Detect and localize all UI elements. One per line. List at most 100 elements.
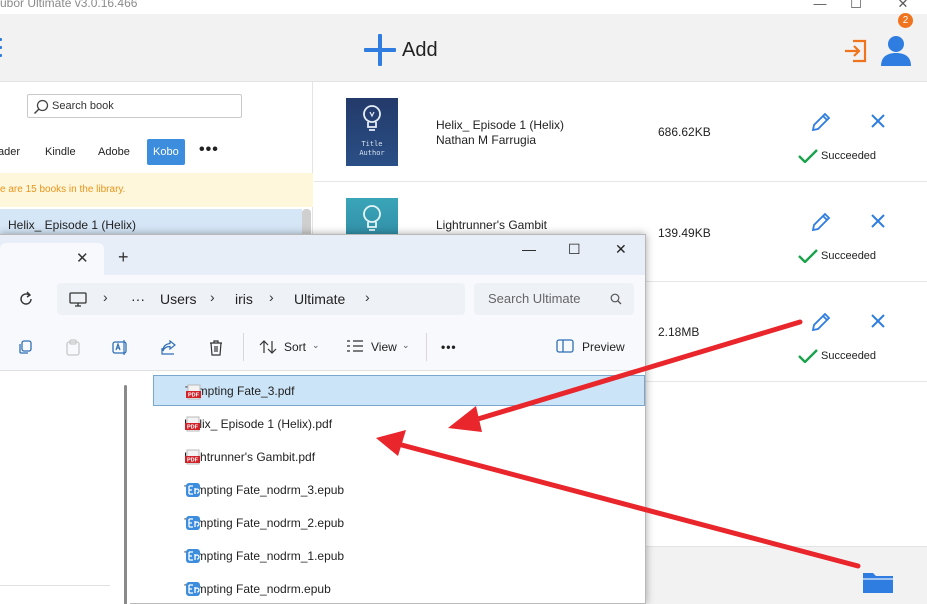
address-row: › ··· Users › iris › Ultimate › Search U…: [0, 275, 645, 323]
delete-icon[interactable]: [208, 339, 224, 356]
preview-pane-icon: [556, 339, 574, 353]
file-row[interactable]: Tempting Fate_nodrm_3.epub: [153, 474, 645, 505]
app-title: ubor Ultimate v3.0.16.466: [0, 0, 138, 10]
tab-reader[interactable]: ader: [0, 139, 26, 165]
file-row[interactable]: PDF Helix_ Episode 1 (Helix).pdf: [153, 408, 645, 439]
sort-icon: [259, 340, 277, 354]
view-icon: [347, 340, 363, 352]
conversion-status: Succeeded: [798, 149, 876, 163]
sort-button[interactable]: Sort: [284, 340, 306, 354]
more-sources-button[interactable]: •••: [199, 141, 219, 159]
share-icon[interactable]: [161, 339, 177, 355]
breadcrumb-separator: ›: [365, 289, 370, 305]
search-icon: [33, 99, 49, 115]
file-explorer-window: ✕ + — ☐ ✕ › ··· Users › iris › Ultimate …: [0, 234, 646, 604]
explorer-minimize-button[interactable]: —: [522, 241, 536, 257]
chevron-down-icon: ⌄: [312, 340, 320, 350]
breadcrumb-iris[interactable]: iris: [235, 291, 253, 307]
remove-icon[interactable]: [870, 313, 886, 329]
paste-icon[interactable]: [65, 339, 81, 356]
close-tab-icon[interactable]: ✕: [76, 249, 89, 267]
library-notice: e are 15 books in the library.: [0, 173, 313, 207]
divider: [0, 585, 110, 586]
explorer-tab[interactable]: ✕: [0, 243, 104, 275]
file-row[interactable]: Tempting Fate_nodrm_1.epub: [153, 540, 645, 571]
close-button[interactable]: ✕: [893, 0, 913, 12]
logout-icon[interactable]: [842, 37, 870, 65]
breadcrumb-separator: ›: [269, 289, 274, 305]
search-book-field[interactable]: [27, 94, 242, 118]
lightbulb-icon: [363, 205, 381, 231]
address-bar[interactable]: › ··· Users › iris › Ultimate ›: [57, 283, 465, 315]
epub-file-icon: [186, 549, 200, 563]
edit-icon[interactable]: [810, 311, 832, 333]
breadcrumb-users[interactable]: Users: [160, 291, 197, 307]
nav-scrollbar[interactable]: [124, 385, 127, 604]
conversion-status: Succeeded: [798, 249, 876, 263]
more-options-button[interactable]: •••: [441, 340, 457, 354]
book-size: 686.62KB: [658, 125, 711, 139]
file-name: Lightrunner's Gambit.pdf: [184, 449, 316, 464]
command-bar: Sort ⌄ View ⌄ ••• Preview: [0, 323, 645, 371]
file-name: Tempting Fate_nodrm_2.epub: [184, 515, 345, 530]
remove-icon[interactable]: [870, 113, 886, 129]
remove-icon[interactable]: [870, 213, 886, 229]
computer-icon: [69, 292, 87, 307]
epub-file-icon: [186, 483, 200, 497]
new-tab-button[interactable]: +: [118, 247, 129, 268]
search-book-input[interactable]: [52, 98, 237, 114]
menu-icon[interactable]: [0, 38, 2, 60]
minimize-button[interactable]: —: [810, 0, 830, 11]
cover-author-text: Author: [359, 149, 385, 157]
source-tabs: ader Kindle Adobe Kobo •••: [0, 139, 313, 165]
file-row[interactable]: Tempting Fate_nodrm.epub: [153, 573, 645, 604]
explorer-search-box[interactable]: Search Ultimate: [474, 283, 634, 315]
book-author: Nathan M Farrugia: [436, 133, 537, 147]
add-books-button[interactable]: Add: [362, 32, 438, 68]
add-label: Add: [402, 38, 438, 61]
preview-button[interactable]: Preview: [582, 340, 625, 354]
chevron-down-icon: ⌄: [402, 340, 410, 350]
explorer-tab-strip: ✕ + — ☐ ✕: [0, 235, 645, 275]
copy-icon[interactable]: [17, 339, 33, 355]
tab-kindle[interactable]: Kindle: [39, 139, 82, 165]
plus-icon: [362, 32, 398, 68]
navigation-pane: [0, 371, 130, 604]
edit-icon[interactable]: [810, 211, 832, 233]
edit-icon[interactable]: [810, 111, 832, 133]
book-title: Lightrunner's Gambit: [436, 218, 548, 232]
file-row[interactable]: Tempting Fate_nodrm_2.epub: [153, 507, 645, 538]
book-size: 2.18MB: [658, 325, 700, 339]
user-account-icon[interactable]: [878, 32, 914, 68]
conversion-status: Succeeded: [798, 349, 876, 363]
book-cover: Title Author: [346, 98, 398, 166]
cover-title-text: Title: [361, 140, 383, 148]
file-name: Tempting Fate_nodrm_3.epub: [184, 482, 345, 497]
explorer-close-button[interactable]: ✕: [615, 241, 627, 258]
refresh-icon[interactable]: [18, 291, 34, 307]
title-bar: ubor Ultimate v3.0.16.466 — ☐ ✕: [0, 0, 927, 14]
tab-adobe[interactable]: Adobe: [92, 139, 136, 165]
search-icon: [610, 293, 622, 305]
file-row[interactable]: PDF Tempting Fate_3.pdf: [153, 375, 645, 406]
main-toolbar: Add: [0, 14, 927, 82]
maximize-button[interactable]: ☐: [846, 0, 866, 12]
check-icon: [798, 349, 818, 363]
tab-kobo[interactable]: Kobo: [147, 139, 185, 165]
breadcrumb-overflow[interactable]: ···: [131, 291, 145, 307]
file-row[interactable]: PDF Lightrunner's Gambit.pdf: [153, 441, 645, 472]
file-list: PDF Tempting Fate_3.pdf PDF Helix_ Episode …: [138, 371, 645, 604]
breadcrumb-separator: ›: [210, 289, 215, 305]
book-info: Helix_ Episode 1 (Helix) Nathan M Farrug…: [436, 118, 564, 148]
epub-file-icon: [186, 516, 200, 530]
divider: [243, 333, 244, 361]
rename-icon[interactable]: [112, 339, 130, 356]
view-button[interactable]: View: [371, 340, 397, 354]
file-name: Tempting Fate_nodrm.epub: [184, 581, 331, 596]
divider: [426, 333, 427, 361]
explorer-maximize-button[interactable]: ☐: [568, 241, 581, 258]
explorer-search-placeholder: Search Ultimate: [488, 291, 581, 306]
book-size: 139.49KB: [658, 226, 711, 240]
open-folder-icon[interactable]: [862, 570, 894, 594]
breadcrumb-ultimate[interactable]: Ultimate: [294, 291, 345, 307]
